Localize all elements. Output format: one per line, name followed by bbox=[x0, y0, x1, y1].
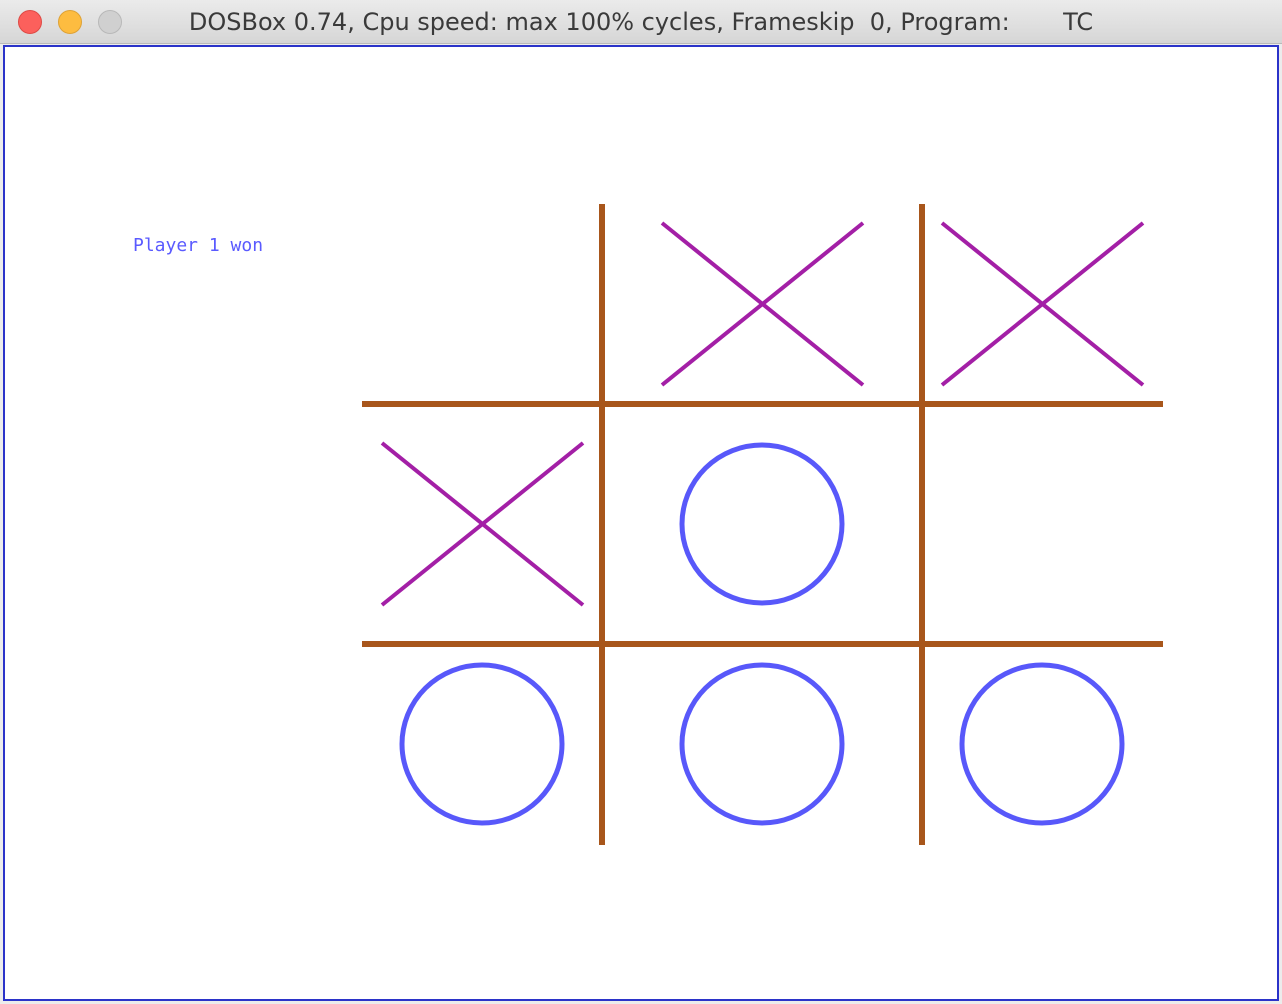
o-mark bbox=[959, 662, 1125, 826]
dos-screen[interactable]: Player 1 won bbox=[3, 45, 1279, 1001]
x-mark bbox=[380, 441, 585, 607]
o-mark bbox=[679, 442, 845, 606]
tic-tac-toe-board[interactable] bbox=[5, 47, 1277, 999]
title-bar[interactable]: DOSBox 0.74, Cpu speed: max 100% cycles,… bbox=[0, 0, 1282, 44]
dosbox-window: DOSBox 0.74, Cpu speed: max 100% cycles,… bbox=[0, 0, 1282, 1004]
o-mark bbox=[399, 662, 565, 826]
window-title: DOSBox 0.74, Cpu speed: max 100% cycles,… bbox=[188, 8, 1094, 36]
x-mark bbox=[660, 221, 865, 387]
x-mark bbox=[940, 221, 1145, 387]
o-mark bbox=[679, 662, 845, 826]
